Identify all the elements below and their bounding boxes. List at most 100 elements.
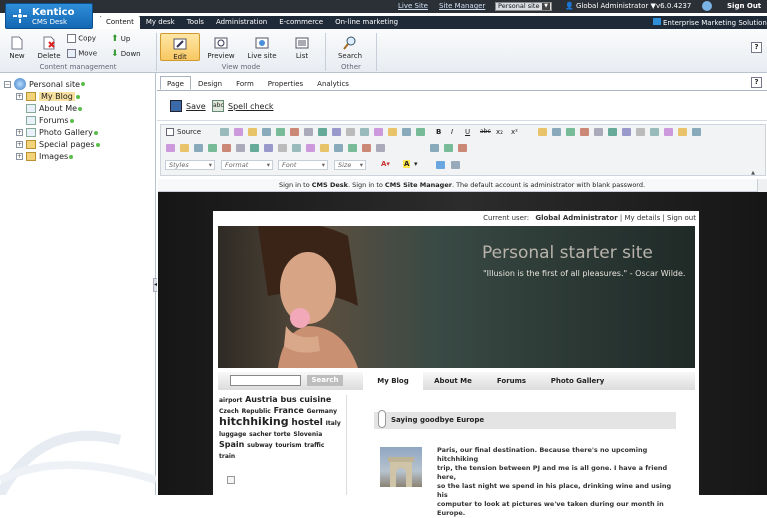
- up-button[interactable]: ⬆ Up: [111, 34, 145, 44]
- tab-online-marketing[interactable]: On-line marketing: [329, 16, 404, 29]
- site-sign-out-link[interactable]: Sign out: [667, 214, 696, 222]
- editor-tool-icon[interactable]: [234, 128, 243, 136]
- tag-link[interactable]: hostel: [291, 418, 322, 428]
- editor-tool-icon[interactable]: [608, 128, 617, 136]
- new-button[interactable]: New: [7, 36, 27, 60]
- editor-tool-icon[interactable]: [580, 128, 589, 136]
- list-button[interactable]: List: [287, 36, 317, 60]
- tree-item-photo-gallery[interactable]: + Photo Gallery: [16, 128, 98, 137]
- tab-design[interactable]: Design: [191, 76, 229, 90]
- expand-icon[interactable]: +: [16, 153, 23, 160]
- editor-tool-icon[interactable]: [346, 128, 355, 136]
- expand-icon[interactable]: +: [16, 129, 23, 136]
- editor-tool-icon[interactable]: [276, 128, 285, 136]
- editor-tool-icon[interactable]: [430, 144, 439, 152]
- tree-root[interactable]: − Personal site: [4, 78, 85, 90]
- tag-link[interactable]: hitchhiking: [219, 415, 289, 428]
- editor-tool-icon[interactable]: [248, 128, 257, 136]
- editor-tool-icon[interactable]: [444, 144, 453, 152]
- tag-link[interactable]: Czech: [219, 408, 239, 415]
- tree-item-special-pages[interactable]: + Special pages: [16, 140, 100, 149]
- post-thumbnail-image[interactable]: [380, 447, 422, 487]
- site-nav-forums[interactable]: Forums: [483, 372, 540, 390]
- editor-tool-icon[interactable]: [594, 128, 603, 136]
- spell-check-button[interactable]: abc Spell check: [212, 100, 274, 112]
- editor-tool-icon[interactable]: [458, 144, 467, 152]
- post-title[interactable]: Saying goodbye Europe: [391, 416, 484, 424]
- tag-link[interactable]: subway: [247, 442, 272, 449]
- editor-tool-icon[interactable]: [348, 144, 357, 152]
- editor-tool-icon[interactable]: [262, 128, 271, 136]
- editor-tool-icon[interactable]: [264, 144, 273, 152]
- text-color-button[interactable]: A▾: [381, 160, 390, 168]
- tag-link[interactable]: Slovenia: [293, 431, 322, 438]
- editor-tool-icon[interactable]: [166, 144, 175, 152]
- site-nav-about-me[interactable]: About Me: [423, 372, 483, 390]
- editor-tool-icon[interactable]: [678, 128, 687, 136]
- down-button[interactable]: ⬇ Down: [111, 49, 145, 59]
- edit-mode-button[interactable]: Edit: [160, 33, 200, 61]
- live-site-link[interactable]: Live Site: [398, 2, 428, 10]
- tab-administration[interactable]: Administration: [210, 16, 273, 29]
- collapse-icon[interactable]: −: [4, 80, 11, 88]
- user-menu[interactable]: 👤 Global Administrator ▼: [565, 2, 656, 10]
- editor-tool-icon[interactable]: [318, 128, 327, 136]
- show-blocks-icon[interactable]: [451, 161, 460, 169]
- copy-button[interactable]: Copy: [67, 34, 101, 43]
- search-button[interactable]: Search: [333, 36, 367, 60]
- rss-icon[interactable]: [227, 476, 235, 484]
- toolbar-collapse-icon[interactable]: ▲: [749, 170, 757, 176]
- editor-tool-icon[interactable]: [250, 144, 259, 152]
- editor-tool-icon[interactable]: [194, 144, 203, 152]
- editor-tool-icon[interactable]: [208, 144, 217, 152]
- tag-link[interactable]: Italy: [326, 420, 341, 427]
- expand-icon[interactable]: +: [16, 141, 23, 148]
- tab-ecommerce[interactable]: E-commerce: [273, 16, 329, 29]
- editor-tool-icon[interactable]: [320, 144, 329, 152]
- live-site-button[interactable]: Live site: [243, 36, 281, 60]
- help-icon[interactable]: ?: [751, 42, 762, 53]
- editor-tool-icon[interactable]: [622, 128, 631, 136]
- site-search-button[interactable]: Search: [307, 375, 343, 386]
- move-button[interactable]: Move: [67, 49, 101, 58]
- editor-tool-icon[interactable]: [290, 128, 299, 136]
- tree-item-images[interactable]: + Images: [16, 152, 74, 161]
- editor-tool-icon[interactable]: [278, 144, 287, 152]
- editor-tool-icon[interactable]: [552, 128, 561, 136]
- tag-link[interactable]: traffic: [304, 442, 324, 449]
- editor-tool-icon[interactable]: [650, 128, 659, 136]
- bg-color-button[interactable]: A: [403, 160, 411, 168]
- tab-my-desk[interactable]: My desk: [140, 16, 181, 29]
- strike-button[interactable]: abc: [480, 128, 491, 135]
- tree-item-forums[interactable]: Forums: [26, 116, 74, 125]
- underline-button[interactable]: U: [465, 128, 470, 136]
- tag-link[interactable]: Spain: [219, 440, 244, 449]
- editor-tool-icon[interactable]: [692, 128, 701, 136]
- format-select[interactable]: Format ▾: [221, 160, 273, 170]
- preview-button[interactable]: Preview: [204, 36, 238, 60]
- editor-tool-icon[interactable]: [636, 128, 645, 136]
- bg-color-dropdown[interactable]: ▾: [414, 160, 418, 168]
- tag-link[interactable]: sacher torte: [249, 431, 290, 438]
- source-button[interactable]: Source: [166, 128, 201, 136]
- font-select[interactable]: Font ▾: [278, 160, 328, 170]
- bold-button[interactable]: B: [436, 128, 441, 136]
- editor-tool-icon[interactable]: [566, 128, 575, 136]
- editor-tool-icon[interactable]: [236, 144, 245, 152]
- delete-button[interactable]: Delete: [36, 36, 62, 60]
- editor-tool-icon[interactable]: [376, 144, 385, 152]
- maximize-icon[interactable]: [436, 161, 445, 169]
- sign-out-button[interactable]: Sign Out: [727, 2, 761, 10]
- styles-select[interactable]: Styles ▾: [165, 160, 215, 170]
- tag-link[interactable]: Republic: [242, 408, 271, 415]
- tag-link[interactable]: cuisine: [299, 395, 331, 404]
- editor-tool-icon[interactable]: [538, 128, 547, 136]
- editor-tool-icon[interactable]: [306, 144, 315, 152]
- help-globe-icon[interactable]: [702, 1, 712, 11]
- editor-tool-icon[interactable]: [334, 144, 343, 152]
- tab-tools[interactable]: Tools: [181, 16, 210, 29]
- site-nav-photo-gallery[interactable]: Photo Gallery: [540, 372, 615, 390]
- editor-tool-icon[interactable]: [402, 128, 411, 136]
- tag-link[interactable]: bus: [280, 395, 296, 404]
- tree-item-my-blog[interactable]: + My Blog: [16, 92, 80, 101]
